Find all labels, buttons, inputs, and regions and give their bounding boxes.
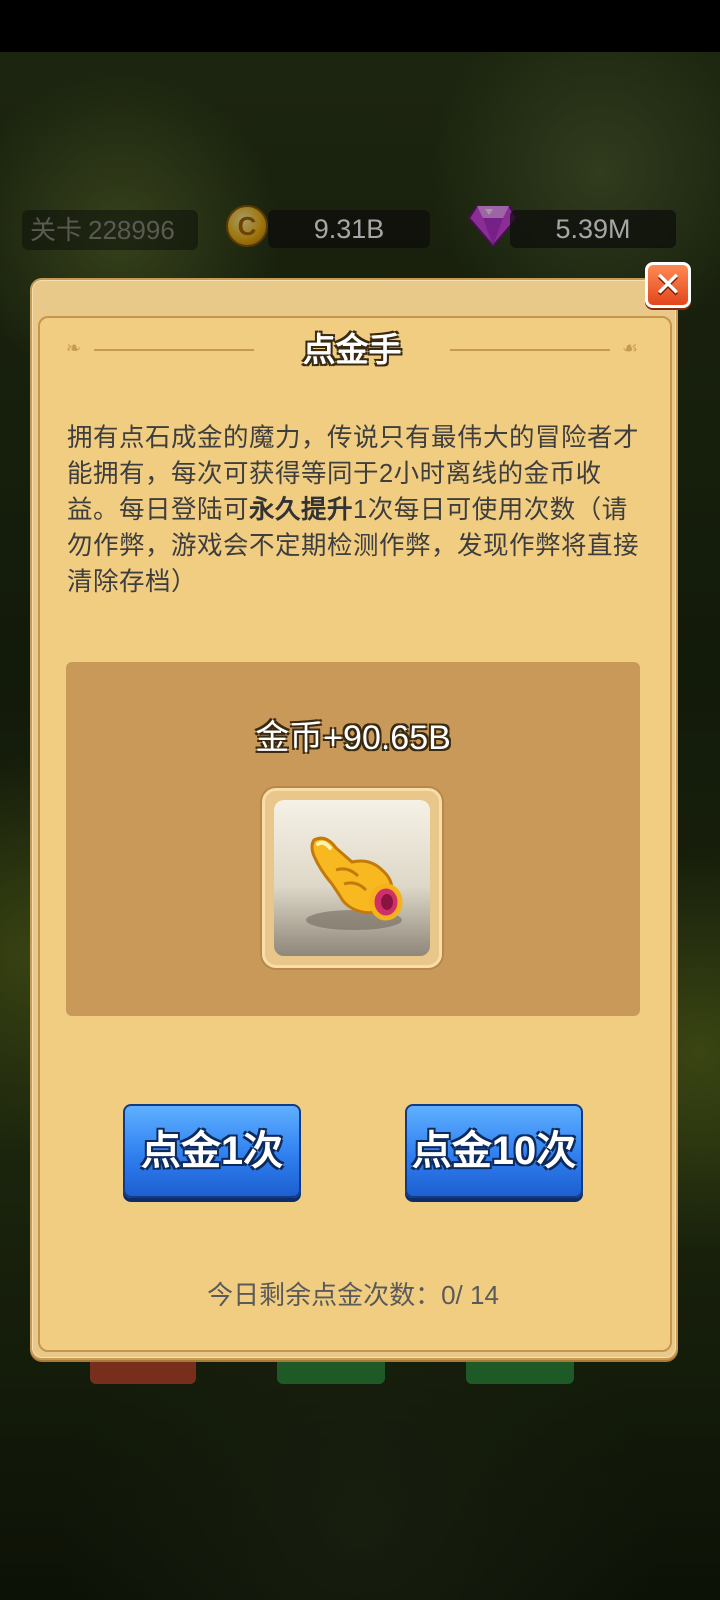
touch-ten-button[interactable]: 点金10次 <box>405 1104 583 1198</box>
close-button[interactable]: ✕ <box>645 262 691 308</box>
touch-once-button[interactable]: 点金1次 <box>123 1104 301 1198</box>
remaining-label: 今日剩余点金次数： <box>207 1280 442 1310</box>
title-divider-right <box>450 349 610 351</box>
remaining-uses: 今日剩余点金次数：0/ 14 <box>66 1278 640 1312</box>
remaining-value: 0/ 14 <box>441 1280 499 1310</box>
status-bar <box>0 0 720 52</box>
midas-item-slot <box>262 788 442 968</box>
title-ornament-right-icon: ☙ <box>621 338 638 358</box>
item-tile <box>274 800 430 956</box>
description-bold-text: 永久提升 <box>249 496 354 524</box>
pointing-hand-icon <box>306 836 403 930</box>
dialog-description: 拥有点石成金的魔力，传说只有最伟大的冒险者才能拥有，每次可获得等同于2小时离线的… <box>67 420 651 600</box>
close-icon: ✕ <box>653 266 683 304</box>
reward-amount: 金币+90.65B <box>255 719 451 757</box>
dialog-title-row: ❧ 点金手 ☙ <box>66 330 638 370</box>
